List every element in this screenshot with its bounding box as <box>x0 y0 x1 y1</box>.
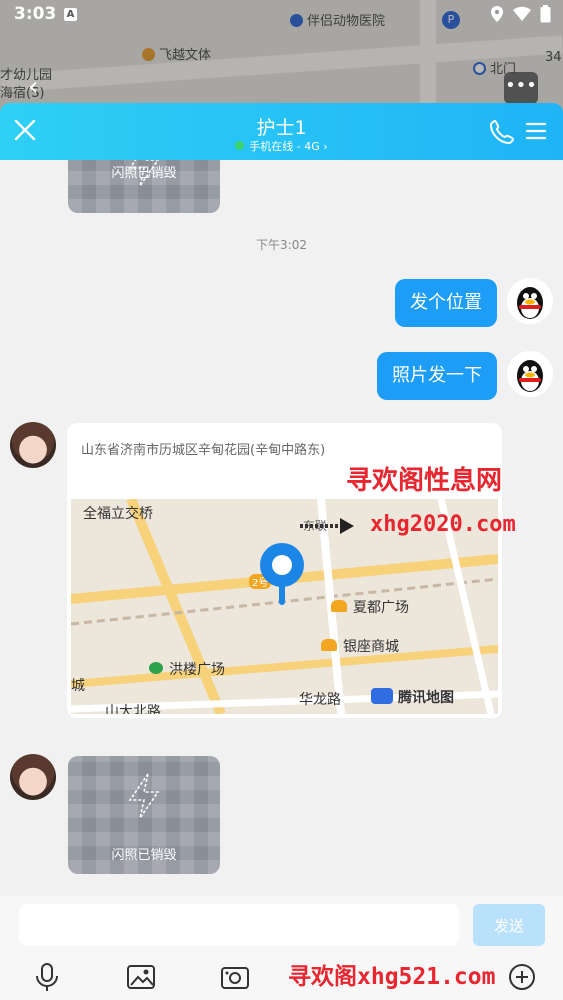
message-timestamp: 下午3:02 <box>256 238 307 252</box>
qq-penguin-icon <box>517 360 543 392</box>
online-status[interactable]: 手机在线 - 4G › <box>0 138 563 154</box>
chat-body: 闪照已销毁 下午3:02 发个位置 照片发一下 山东省济南市历城区辛甸花园(辛甸… <box>0 160 563 896</box>
camera-icon[interactable] <box>220 962 250 992</box>
send-button[interactable]: 发送 <box>473 904 545 946</box>
chat-title: 护士1 <box>256 117 307 139</box>
map-provider-label: 腾讯地图 <box>371 687 454 707</box>
contact-avatar[interactable] <box>10 754 56 800</box>
phone-call-icon[interactable] <box>489 119 515 145</box>
image-icon[interactable] <box>126 962 156 992</box>
tencent-map-icon <box>371 688 393 704</box>
notification-icon: A <box>64 8 77 21</box>
my-avatar[interactable] <box>507 278 553 324</box>
watermark-text: 寻欢阁性息网 <box>346 466 503 496</box>
qq-penguin-icon <box>517 287 543 319</box>
flash-destroyed-label: 闪照已销毁 <box>111 166 177 181</box>
arrow-right-icon <box>300 518 354 534</box>
chevron-right-icon: › <box>323 140 328 153</box>
map-place-label: 山大北路 <box>105 704 161 714</box>
online-status-text: 手机在线 - 4G <box>249 140 320 153</box>
menu-icon[interactable] <box>526 121 546 141</box>
map-back-icon[interactable]: ‹ <box>28 74 56 102</box>
outgoing-message[interactable]: 发个位置 <box>395 279 497 327</box>
map-place-label: 华龙路 <box>299 692 341 708</box>
flash-photo-message[interactable]: 闪照已销毁 <box>68 756 220 874</box>
location-pin-icon <box>260 543 304 605</box>
map-more-icon[interactable]: ••• <box>504 72 538 104</box>
wifi-icon <box>513 6 531 22</box>
my-avatar[interactable] <box>507 351 553 397</box>
flash-photo-message[interactable]: 闪照已销毁 <box>68 160 220 213</box>
contact-avatar[interactable] <box>10 422 56 468</box>
chat-header: 护士1 手机在线 - 4G › <box>0 103 563 160</box>
map-place-label: 夏都广场 <box>331 597 409 617</box>
flash-destroyed-label: 闪照已销毁 <box>111 848 177 863</box>
online-dot <box>235 141 245 150</box>
location-icon <box>491 6 503 22</box>
microphone-icon[interactable] <box>32 962 62 992</box>
lightning-icon <box>128 773 160 819</box>
location-address: 山东省济南市历城区辛甸花园(辛甸中路东) <box>81 443 326 458</box>
map-place-label: 洪楼广场 <box>149 659 225 679</box>
watermark-text: xhg2020.com <box>370 512 516 537</box>
battery-icon <box>540 5 551 23</box>
status-time: 3:03 <box>14 4 57 24</box>
watermark-text: 寻欢阁xhg521.com <box>288 964 496 990</box>
message-input[interactable] <box>19 904 459 946</box>
map-place-label: 城 <box>71 678 85 694</box>
map-place-label: 全福立交桥 <box>83 506 153 522</box>
add-icon[interactable] <box>507 962 537 992</box>
status-bar: 3:03 A <box>0 0 563 30</box>
map-place-label: 银座商城 <box>321 636 399 656</box>
outgoing-message[interactable]: 照片发一下 <box>377 352 497 400</box>
